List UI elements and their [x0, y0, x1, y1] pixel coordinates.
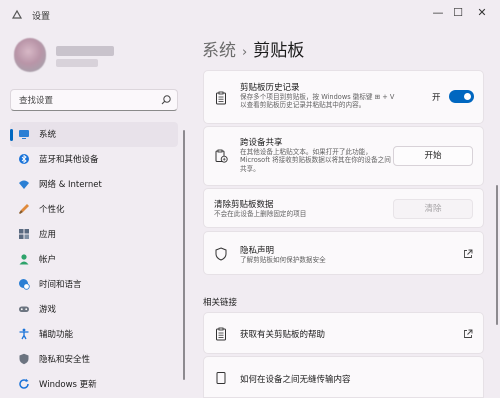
search-icon[interactable]	[160, 94, 172, 106]
sidebar-item-time-language[interactable]: 时间和语言	[10, 272, 178, 297]
document-icon	[216, 372, 226, 384]
sidebar-item-label: 辅助功能	[39, 330, 74, 340]
settings-app-icon	[11, 9, 23, 19]
sidebar-item-apps[interactable]: 应用	[10, 222, 178, 247]
breadcrumb: 系统 › 剪贴板	[202, 36, 304, 61]
breadcrumb-parent[interactable]: 系统	[202, 41, 236, 61]
external-link-icon	[464, 249, 473, 258]
account-name-redacted	[56, 46, 114, 56]
update-icon	[19, 378, 29, 389]
shield-outline-icon	[215, 247, 227, 261]
clipboard-sync-title: 跨设备共享	[240, 138, 283, 148]
sidebar-item-label: 蓝牙和其他设备	[39, 155, 99, 165]
close-button[interactable]: ✕	[472, 4, 492, 22]
sidebar-nav: 系统 蓝牙和其他设备 网络 & Internet 个性化 应用 帐户 时间和语言…	[10, 122, 178, 397]
sidebar-item-label: 应用	[39, 230, 57, 240]
sidebar-item-gaming[interactable]: 游戏	[10, 297, 178, 322]
clipboard-list-icon	[216, 91, 226, 105]
sidebar-item-privacy-security[interactable]: 隐私和安全性	[10, 347, 178, 372]
related-link-transfer[interactable]: 如何在设备之间无缝传输内容	[203, 356, 484, 398]
avatar[interactable]	[14, 38, 46, 72]
clear-button[interactable]: 清除	[393, 199, 473, 219]
clear-clipboard-desc: 不会在此设备上删除固定的项目	[214, 210, 307, 218]
clipboard-history-toggle[interactable]	[449, 90, 474, 103]
sidebar-scrollbar[interactable]	[183, 130, 185, 380]
sidebar-item-label: 帐户	[39, 255, 57, 265]
sidebar-item-accounts[interactable]: 帐户	[10, 247, 178, 272]
wifi-icon	[19, 180, 29, 189]
sidebar-item-label: 网络 & Internet	[39, 180, 102, 190]
apps-icon	[19, 229, 29, 239]
window-title: 设置	[32, 12, 51, 22]
sidebar-item-accessibility[interactable]: 辅助功能	[10, 322, 178, 347]
sidebar-item-personalization[interactable]: 个性化	[10, 197, 178, 222]
sidebar-item-bluetooth[interactable]: 蓝牙和其他设备	[10, 147, 178, 172]
title-bar: 设置 — ☐ ✕	[0, 0, 500, 30]
clipboard-sync-icon	[215, 149, 228, 163]
clipboard-sync-card: 跨设备共享 在其他设备上粘贴文本。如果打开了此功能，Microsoft 将接收剪…	[203, 126, 484, 186]
related-link-help[interactable]: 获取有关剪贴板的帮助	[203, 312, 484, 354]
sidebar-item-label: 隐私和安全性	[39, 355, 91, 365]
sidebar-item-label: 个性化	[39, 205, 65, 215]
clear-clipboard-title: 清除剪贴板数据	[214, 200, 274, 210]
related-link-label: 获取有关剪贴板的帮助	[240, 330, 326, 340]
gamepad-icon	[19, 306, 29, 312]
clipboard-history-desc: 保存多个项目到剪贴板，按 Windows 徽标键 ⊞ + V 以查看剪贴板历史记…	[240, 93, 395, 110]
clipboard-history-title: 剪贴板历史记录	[240, 83, 300, 93]
sidebar-item-label: 游戏	[39, 305, 57, 315]
clipboard-history-card: 剪贴板历史记录 保存多个项目到剪贴板，按 Windows 徽标键 ⊞ + V 以…	[203, 70, 484, 124]
page-title: 剪贴板	[253, 41, 305, 61]
breadcrumb-separator: ›	[242, 45, 248, 60]
search-box[interactable]	[10, 89, 178, 111]
related-link-label: 如何在设备之间无缝传输内容	[240, 375, 351, 385]
accessibility-icon	[19, 328, 29, 340]
globe-clock-icon	[19, 279, 30, 290]
privacy-statement-desc: 了解剪贴板如何保护数据安全	[240, 256, 326, 264]
related-links-heading: 相关链接	[203, 298, 238, 308]
toggle-knob	[464, 93, 471, 100]
search-input[interactable]	[17, 93, 161, 109]
sidebar-item-windows-update[interactable]: Windows 更新	[10, 372, 178, 397]
sidebar-item-network[interactable]: 网络 & Internet	[10, 172, 178, 197]
sidebar-item-label: 系统	[39, 130, 57, 140]
clear-clipboard-card: 清除剪贴板数据 不会在此设备上删除固定的项目 清除	[203, 188, 484, 228]
sidebar-item-label: 时间和语言	[39, 280, 82, 290]
privacy-statement-card[interactable]: 隐私声明 了解剪贴板如何保护数据安全	[203, 231, 484, 275]
brush-icon	[19, 204, 29, 214]
minimize-button[interactable]: —	[428, 4, 448, 22]
person-icon	[19, 254, 29, 265]
shield-icon	[19, 353, 29, 365]
sidebar-item-system[interactable]: 系统	[10, 122, 178, 147]
sidebar-item-label: Windows 更新	[39, 380, 97, 390]
privacy-statement-title: 隐私声明	[240, 246, 275, 256]
clipboard-sync-desc: 在其他设备上粘贴文本。如果打开了此功能，Microsoft 将接收剪贴板数据以将…	[240, 148, 391, 173]
main-scrollbar[interactable]	[496, 185, 498, 325]
monitor-icon	[19, 130, 29, 139]
clipboard-list-icon	[216, 327, 226, 341]
bluetooth-icon	[19, 154, 29, 164]
maximize-button[interactable]: ☐	[448, 4, 468, 22]
start-sync-button[interactable]: 开始	[393, 146, 473, 166]
account-email-redacted	[56, 59, 98, 67]
external-link-icon	[464, 329, 473, 338]
toggle-state-label: 开	[432, 93, 441, 103]
